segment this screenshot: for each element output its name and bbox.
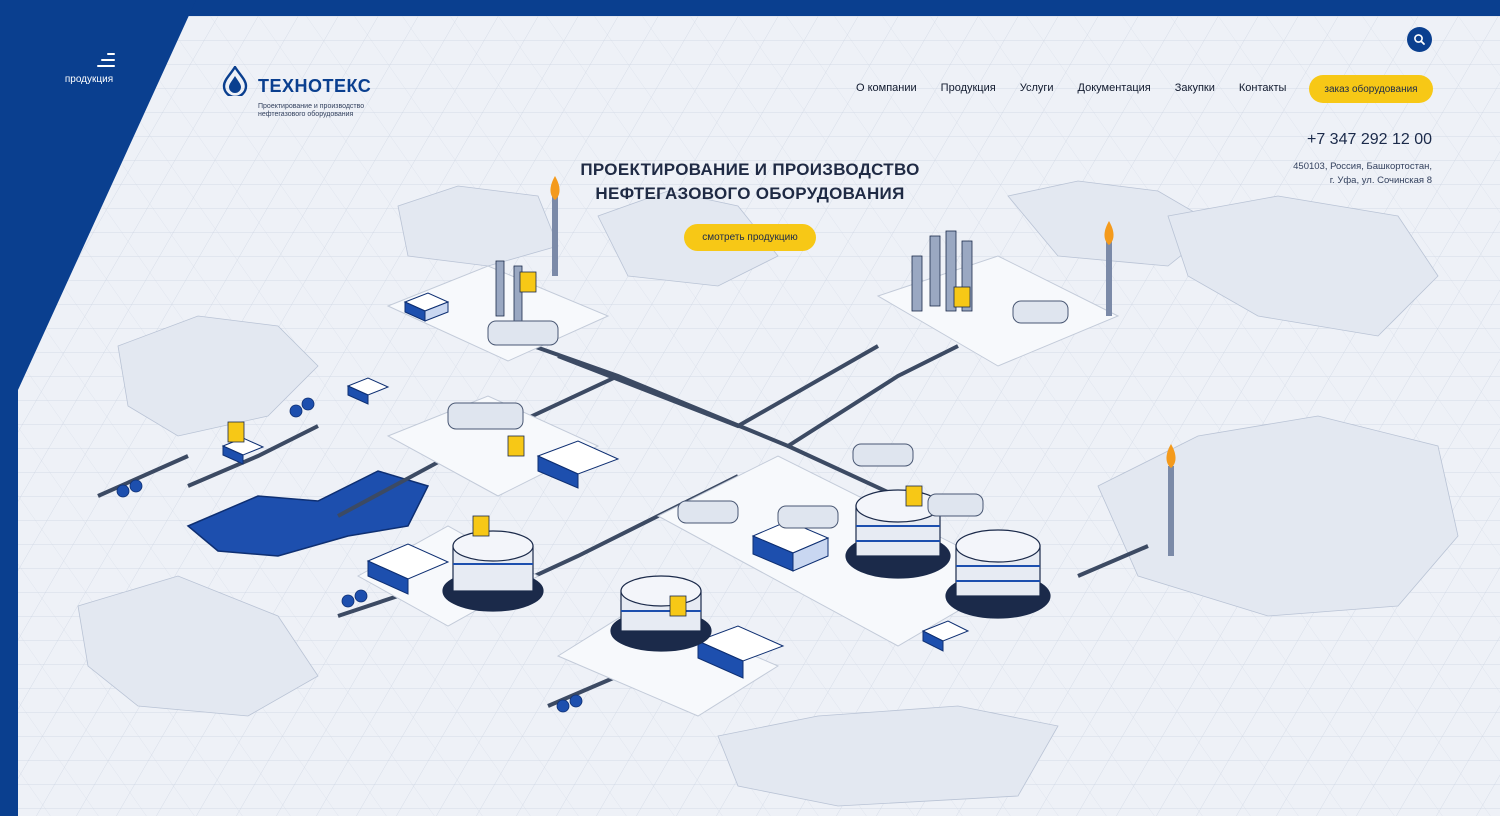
company-address: 450103, Россия, Башкортостан, г. Уфа, ул… [1212,160,1432,188]
menu-icon [95,53,115,69]
nav-contacts[interactable]: Контакты [1239,82,1287,94]
nav-about[interactable]: О компании [856,82,917,94]
hero-title-line-2: НЕФТЕГАЗОВОГО ОБОРУДОВАНИЯ [595,184,905,203]
company-tagline: Проектирование и производство нефтегазов… [258,103,365,118]
hero-title-line-1: ПРОЕКТИРОВАНИЕ И ПРОИЗВОДСТВО [580,160,920,179]
nav-services[interactable]: Услуги [1020,82,1054,94]
view-products-button[interactable]: смотреть продукцию [684,224,816,251]
oil-drop-logo-icon [222,66,248,96]
products-menu-label: продукция [64,74,114,85]
nav-documentation[interactable]: Документация [1078,82,1151,94]
company-logo[interactable]: ТЕХНОТЕКС Проектирование и производство … [222,66,402,122]
nav-procurement[interactable]: Закупки [1175,82,1215,94]
nav-products[interactable]: Продукция [941,82,996,94]
hero-title: ПРОЕКТИРОВАНИЕ И ПРОИЗВОДСТВО НЕФТЕГАЗОВ… [550,158,950,206]
main-nav: О компании Продукция Услуги Документация… [856,82,1310,94]
search-button[interactable] [1407,27,1432,52]
sidebar-panel [0,0,196,816]
phone-number[interactable]: +7 347 292 12 00 [1307,131,1432,149]
oil-gas-facility-illustration [18,16,1500,816]
company-name: ТЕХНОТЕКС [258,76,372,96]
address-line-1: 450103, Россия, Башкортостан, [1293,161,1432,172]
products-menu-button[interactable]: продукция [56,50,122,92]
search-icon [1414,34,1425,45]
address-line-2: г. Уфа, ул. Сочинская 8 [1329,175,1432,186]
order-equipment-button[interactable]: заказ оборудования [1309,75,1433,103]
